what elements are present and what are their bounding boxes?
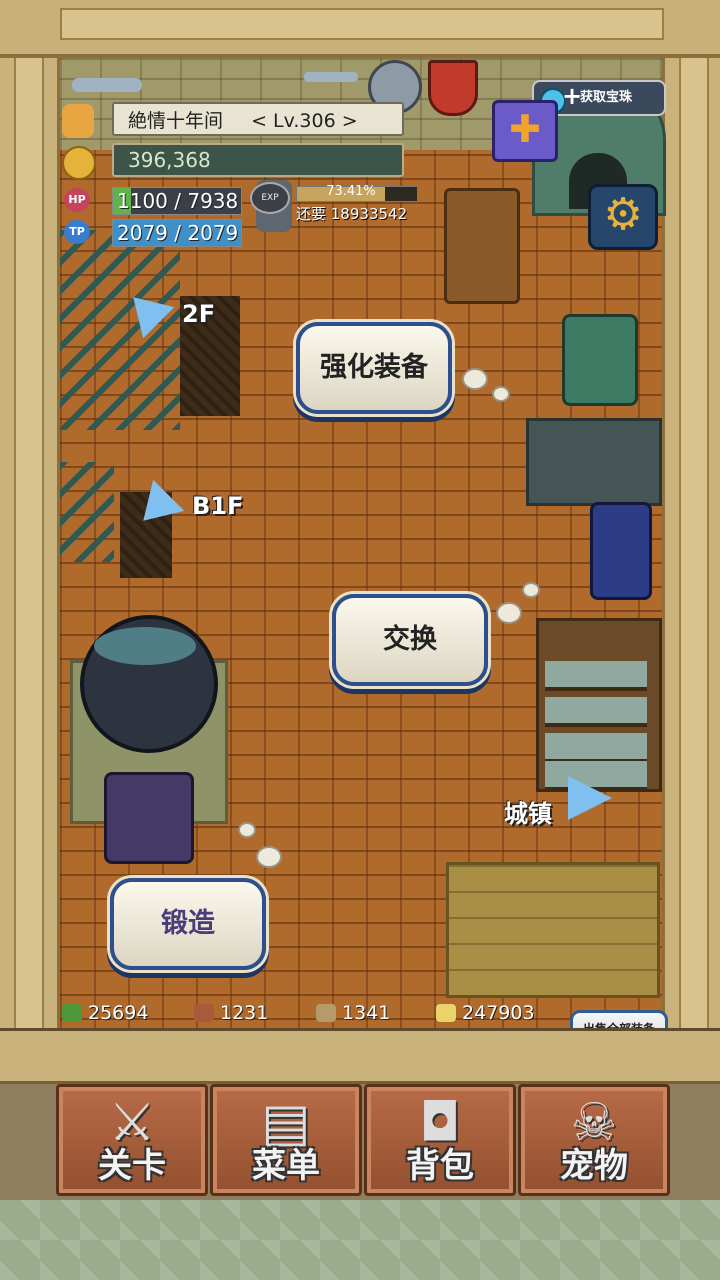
speech-dot [522,582,540,598]
wall-sword [72,78,142,92]
tp-text: 2079 / 2079 [117,221,239,245]
anvil [526,418,662,506]
herb-icon [62,1004,82,1022]
left-frame [0,58,60,1028]
blacksmith-npc[interactable] [562,314,638,406]
wooden-table [446,862,660,998]
cauldron [80,615,218,753]
town-label[interactable]: 城镇 [504,794,552,829]
nav-menu-label: 菜单 [252,1146,320,1186]
meat-icon [194,1004,214,1022]
player-name-panel: 絶情十年间 < Lv.306 > [112,102,404,136]
settings-button[interactable]: ⚙ [588,184,658,250]
hp-text: 1100 / 7938 [117,189,239,213]
exp-percent: 73.41% [326,184,376,199]
goods-shelf [536,618,662,792]
speech-dot [462,368,488,390]
player-name: 絶情十年间 [128,110,224,132]
resource-wood: 1341 [316,1002,390,1024]
crystal-icon [436,1004,456,1022]
upstairs-label[interactable]: 2F [182,300,215,328]
downstairs-label[interactable]: B1F [192,492,243,520]
nav-menu-button[interactable]: ▤ 菜单 [210,1084,362,1196]
staircase-up [60,230,180,430]
bellows [444,188,520,304]
exp-emblem-icon: EXP [250,182,290,214]
exp-remaining: 还要 18933542 [296,205,408,223]
tp-bar: 2079 / 2079 [112,219,242,247]
hp-bar: 1100 / 7938 [112,187,242,215]
enhance-equipment-button[interactable]: 强化装备 [296,322,452,414]
nav-backpack-label: 背包 [406,1146,474,1186]
gold-panel: 396,368 [112,143,404,177]
red-shield-icon [428,60,478,116]
top-frame [0,0,720,58]
gift-icon: ✚ [509,107,541,151]
speech-dot [238,822,256,838]
wood-icon [316,1004,336,1022]
hp-heart-icon: HP [64,188,90,212]
gift-box-button[interactable]: ✚ [492,100,558,162]
staircase-down [60,462,114,562]
nav-pets-button[interactable]: ☠ 宠物 [518,1084,670,1196]
wall-dagger [304,72,358,82]
tp-heart-icon: TP [64,220,90,244]
speech-dot [496,602,522,624]
resource-crystal: 247903 [436,1002,535,1024]
resource-meat: 1231 [194,1002,268,1024]
player-level: < Lv.306 > [251,110,358,132]
nav-stages-label: 关卡 [98,1146,166,1186]
gold-coin-icon [62,146,96,180]
town-arrow-icon[interactable] [568,776,612,820]
gold-amount: 396,368 [128,148,211,172]
nav-backpack-button[interactable]: ◘ 背包 [364,1084,516,1196]
exchange-button[interactable]: 交换 [332,594,488,686]
get-gems-label: 获取宝珠 [580,90,633,105]
right-frame [662,58,720,1028]
speech-dot [492,386,510,402]
resource-herb: 25694 [62,1002,148,1024]
nav-pets-label: 宠物 [560,1146,628,1186]
wizard-npc[interactable] [104,772,194,864]
player-avatar[interactable] [62,104,94,138]
forge-button[interactable]: 锻造 [110,878,266,970]
nav-stages-button[interactable]: ⚔ 关卡 [56,1084,208,1196]
ground-tiles [0,1200,720,1280]
speech-dot [256,846,282,868]
gear-icon: ⚙ [603,189,643,240]
plus-icon: + [562,82,583,110]
trader-npc[interactable] [590,502,652,600]
